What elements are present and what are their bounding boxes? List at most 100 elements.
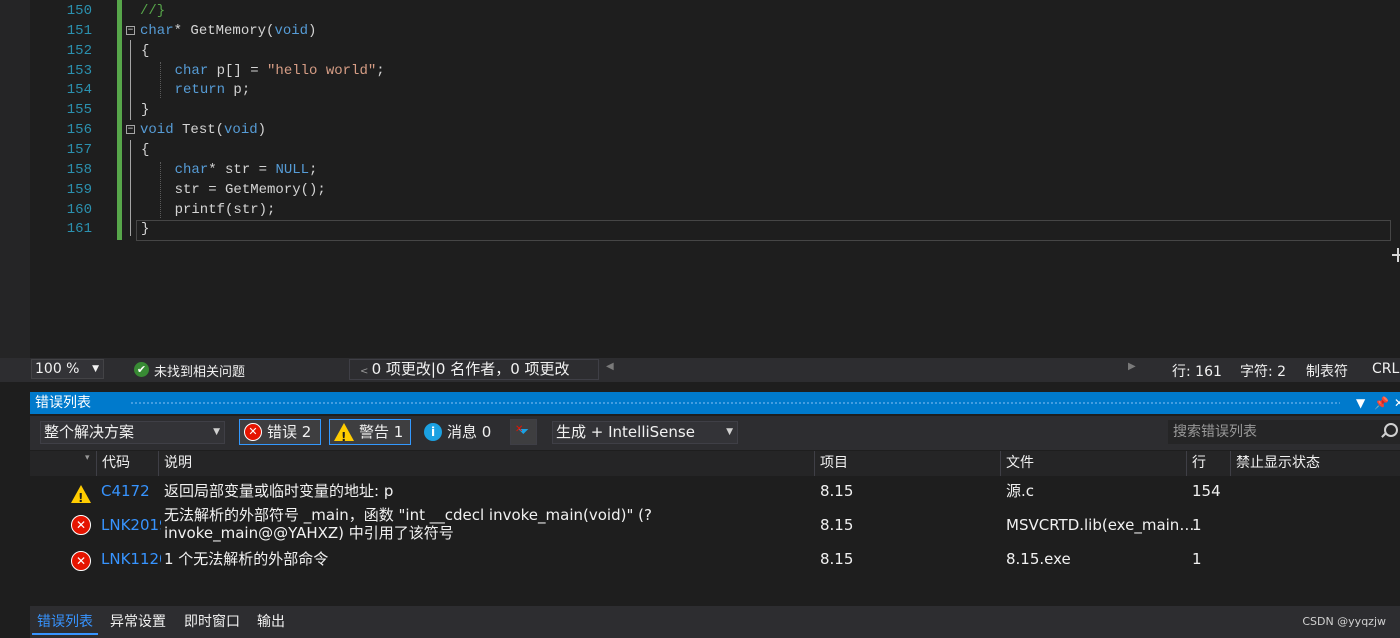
tab-error-list[interactable]: 错误列表 (32, 611, 98, 635)
tab-immediate-window[interactable]: 即时窗口 (179, 611, 245, 633)
code-text: str = GetMemory(); (141, 180, 326, 200)
search-placeholder: 搜索错误列表 (1173, 424, 1257, 440)
code-token: { (141, 42, 150, 59)
line-number: 161 (66, 221, 92, 238)
column-header-code[interactable]: 代码 (96, 451, 158, 476)
search-input[interactable]: 搜索错误列表 (1168, 420, 1400, 444)
column-label: 代码 (102, 455, 130, 471)
column-options-icon[interactable]: ▾ (85, 453, 90, 463)
issues-status[interactable]: 未找到相关问题 (154, 361, 245, 380)
code-line[interactable]: 159 str = GetMemory(); (0, 180, 1400, 200)
column-header-line[interactable]: 行 (1186, 451, 1230, 476)
code-token: * str = (208, 161, 276, 178)
chevron-down-icon: ▼ (92, 364, 99, 374)
code-text: void Test(void) (140, 120, 266, 140)
git-changes-indicator[interactable]: < 0 项更改|0 名作者，0 项更改 (349, 359, 599, 380)
column-header-project[interactable]: 项目 (814, 451, 1000, 476)
code-line[interactable]: 156 − void Test(void) (0, 120, 1400, 140)
messages-label: 消息 0 (447, 423, 492, 441)
line-number: 158 (66, 161, 92, 178)
errors-label: 错误 2 (267, 423, 312, 441)
table-row[interactable]: ✕ LNK1120 1 个无法解析的外部命令 8.15 8.15.exe 1 (30, 548, 1400, 571)
code-token: NULL (275, 161, 310, 178)
code-token: str = GetMemory(); (141, 181, 326, 198)
code-text: char* GetMemory(void) (140, 21, 316, 41)
eol-indicator[interactable]: CRLF (1372, 361, 1400, 377)
table-row[interactable]: ✕ LNK2019 无法解析的外部符号 _main，函数 "int __cdec… (30, 506, 1400, 544)
warnings-label: 警告 1 (359, 423, 404, 441)
check-circle-icon: ✔ (134, 362, 149, 377)
line-number: 155 (66, 102, 92, 119)
error-icon: ✕ (244, 422, 262, 441)
line-number: 159 (66, 181, 92, 198)
code-line[interactable]: 152 { (0, 41, 1400, 61)
scroll-left-icon[interactable]: ◀ (606, 361, 614, 372)
code-text: } (141, 100, 149, 120)
error-file: 源.c (1006, 482, 1035, 500)
error-list-title-bar[interactable]: 错误列表 ▼ 📌 ✕ (30, 392, 1400, 414)
scope-dropdown[interactable]: 整个解决方案 ▼ (40, 421, 225, 444)
messages-filter-button[interactable]: i 消息 0 (419, 419, 499, 445)
code-line[interactable]: 160 printf(str); (0, 200, 1400, 220)
code-token: char (174, 161, 209, 178)
code-text: } (141, 219, 149, 239)
errors-filter-button[interactable]: ✕ 错误 2 (239, 419, 321, 445)
clear-filter-button[interactable]: ✕ ⏷ (510, 419, 537, 445)
build-source-dropdown[interactable]: 生成 + IntelliSense ▼ (552, 421, 738, 444)
scroll-caret-marker (1397, 248, 1399, 262)
warnings-filter-button[interactable]: 警告 1 (329, 419, 411, 449)
code-token: p; (225, 82, 251, 99)
error-file: MSVCRTD.lib(exe_main.obj) (1006, 516, 1196, 534)
code-line[interactable]: 153 char p[] = "hello world"; (0, 61, 1400, 81)
table-row[interactable]: C4172 返回局部变量或临时变量的地址: p 8.15 源.c 154 (30, 480, 1400, 509)
error-code[interactable]: LNK1120 (101, 548, 161, 570)
column-header-file[interactable]: 文件 (1000, 451, 1186, 476)
collapse-icon[interactable]: − (126, 25, 135, 35)
error-code[interactable]: C4172 (101, 480, 161, 502)
code-line[interactable]: 154 return p; (0, 80, 1400, 100)
scroll-right-icon[interactable]: ▶ (1128, 361, 1136, 372)
search-icon[interactable] (1384, 423, 1398, 437)
code-token: char (174, 62, 209, 79)
code-line[interactable]: 151 − char* GetMemory(void) (0, 21, 1400, 41)
char-indicator: 字符: 2 (1240, 364, 1287, 380)
code-editor[interactable]: 150//} 151− char* GetMemory(void) 152 {153 c… (0, 0, 1400, 358)
code-line[interactable]: 155} (0, 100, 1400, 120)
line-number: 152 (66, 42, 92, 59)
panel-title: 错误列表 (35, 395, 91, 411)
dropdown-icon[interactable]: ▼ (1356, 392, 1365, 414)
column-header-suppression[interactable]: 禁止显示状态 (1230, 451, 1386, 476)
column-label: 说明 (164, 455, 192, 471)
line-number: 156 (66, 122, 92, 139)
code-token: "hello world" (267, 62, 377, 79)
code-line[interactable]: 157 { (0, 140, 1400, 160)
code-token: } (141, 221, 150, 238)
pin-icon[interactable]: 📌 (1374, 392, 1389, 414)
code-text: return p; (141, 80, 251, 100)
code-token: p[] = (208, 62, 268, 79)
error-line: 154 (1192, 482, 1221, 500)
tab-output[interactable]: 输出 (252, 611, 290, 633)
code-token: char (140, 22, 174, 39)
code-line[interactable]: 150 //} (0, 1, 1400, 21)
code-token: * GetMemory( (173, 22, 275, 39)
tab-exception-settings[interactable]: 异常设置 (105, 611, 171, 633)
code-line[interactable]: 161} (0, 219, 1400, 239)
zoom-dropdown[interactable]: 100 % ▼ (31, 359, 104, 379)
bottom-tool-tabs: 错误列表 异常设置 即时窗口 输出 CSDN @yyqzjw (30, 606, 1400, 638)
error-list-toolbar: 整个解决方案 ▼ ✕ 错误 2 警告 1 i 消息 0 ✕⏷ 生成 + Intell… (30, 416, 1400, 450)
error-file: 8.15.exe (1006, 550, 1071, 568)
info-icon: i (424, 422, 442, 441)
tabs-indicator[interactable]: 制表符 (1306, 361, 1348, 381)
error-code[interactable]: LNK2019 (101, 516, 161, 534)
error-line: 1 (1192, 550, 1202, 568)
code-token: } (141, 102, 150, 119)
code-text: char p[] = "hello world"; (141, 61, 385, 81)
collapse-icon[interactable]: − (126, 125, 135, 135)
chevron-down-icon: ▼ (213, 427, 220, 437)
code-line[interactable]: 158 char* str = NULL; (0, 160, 1400, 180)
close-icon[interactable]: ✕ (1394, 392, 1400, 414)
column-header-description[interactable]: 说明 (158, 451, 814, 476)
error-line: 1 (1192, 516, 1202, 534)
